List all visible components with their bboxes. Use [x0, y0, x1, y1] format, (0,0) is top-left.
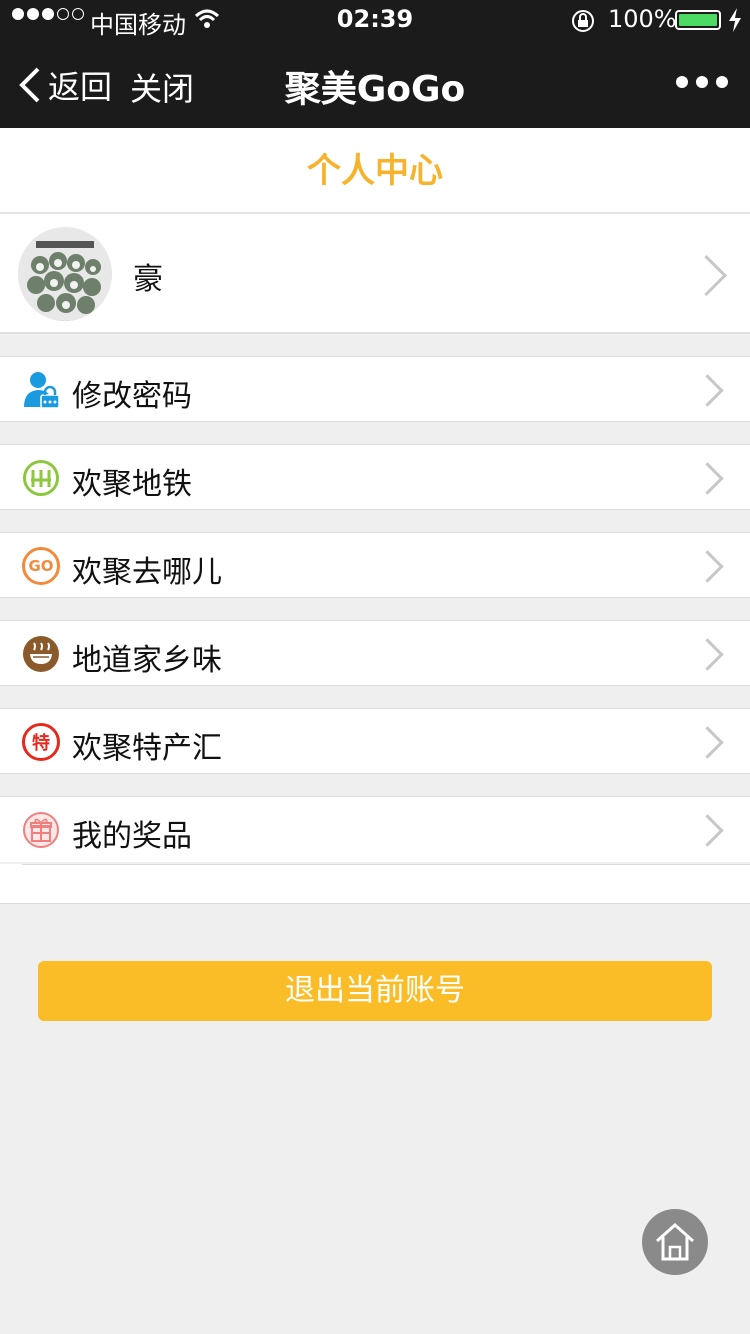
- home-icon: [656, 1222, 694, 1261]
- chevron-right-icon: [694, 727, 724, 757]
- nav-title: 聚美GoGo: [284, 69, 466, 110]
- menu-label: 地道家乡味: [72, 643, 222, 678]
- menu-label: 欢聚去哪儿: [72, 555, 222, 590]
- specialty-icon: 特: [22, 723, 60, 761]
- menu-item-change-password[interactable]: 修改密码: [0, 356, 750, 422]
- menu-item-my-prizes[interactable]: 我的奖品: [0, 796, 750, 862]
- page-title: 个人中心: [0, 128, 750, 214]
- gift-icon: [22, 811, 60, 849]
- rotation-lock-icon: [570, 8, 596, 40]
- menu-item-hometown-taste[interactable]: 地道家乡味: [0, 620, 750, 686]
- logout-button[interactable]: 退出当前账号: [38, 961, 712, 1021]
- navigation-bar: 返回 关闭 聚美GoGo: [0, 40, 750, 128]
- battery-percentage: 100%: [608, 5, 677, 33]
- profile-name: 豪: [133, 262, 163, 297]
- charging-icon: [728, 8, 742, 38]
- battery-icon: [675, 10, 721, 30]
- chevron-right-icon: [690, 257, 724, 291]
- menu-label: 我的奖品: [72, 819, 192, 854]
- go-icon: GO: [22, 547, 60, 585]
- menu-item-specialty[interactable]: 特 欢聚特产汇: [0, 708, 750, 774]
- more-options-icon[interactable]: [676, 76, 728, 88]
- go-icon-text: GO: [28, 557, 54, 575]
- menu-item-go-where[interactable]: GO 欢聚去哪儿: [0, 532, 750, 598]
- status-bar: 中国移动 02:39 100%: [0, 0, 750, 40]
- chevron-right-icon: [694, 463, 724, 493]
- menu-label: 欢聚地铁: [72, 467, 192, 502]
- chevron-right-icon: [694, 639, 724, 669]
- subway-icon: [22, 459, 60, 497]
- noodle-bowl-icon: [22, 635, 60, 673]
- chevron-right-icon: [694, 815, 724, 845]
- list-footer-spacer: [0, 864, 750, 904]
- menu-item-subway[interactable]: 欢聚地铁: [0, 444, 750, 510]
- specialty-icon-text: 特: [32, 733, 50, 754]
- chevron-right-icon: [694, 375, 724, 405]
- avatar: [18, 227, 112, 321]
- chevron-right-icon: [694, 551, 724, 581]
- user-lock-icon: [22, 371, 60, 409]
- menu-label: 欢聚特产汇: [72, 731, 222, 766]
- profile-row[interactable]: 豪: [0, 214, 750, 334]
- divider: [22, 864, 750, 865]
- home-button[interactable]: [642, 1209, 708, 1275]
- menu-label: 修改密码: [72, 379, 192, 414]
